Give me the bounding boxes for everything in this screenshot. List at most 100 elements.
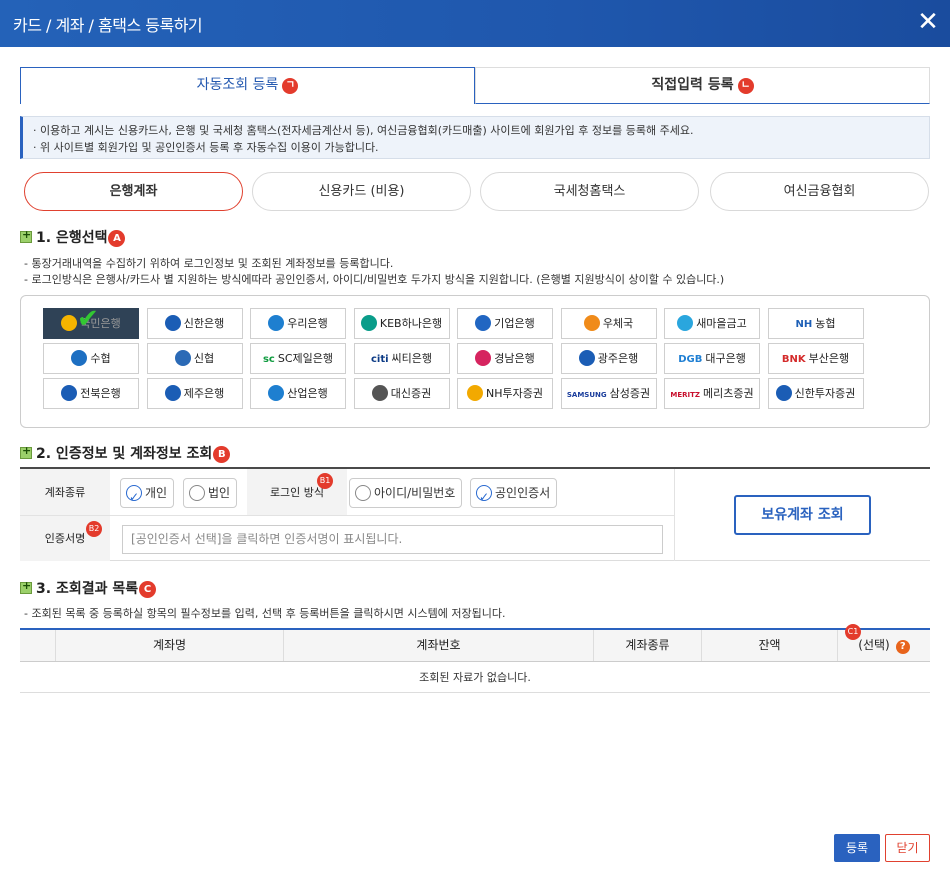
bank-label: 우리은행 bbox=[287, 317, 328, 330]
account-type-options: 개인 법인 bbox=[110, 469, 247, 516]
login-method-label: 로그인 방식 B1 bbox=[247, 469, 347, 516]
bank-label: 수협 bbox=[90, 352, 111, 365]
header-select: (선택)? C1 bbox=[838, 624, 930, 661]
section-bank-select-title: 1. 은행선택A bbox=[20, 227, 126, 247]
bank-logo-icon bbox=[61, 385, 78, 401]
cert-label: 인증서명 B2 bbox=[20, 516, 110, 561]
bank-logo-icon bbox=[371, 385, 388, 401]
header-account-number: 계좌번호 bbox=[284, 630, 594, 661]
section-title-text: 3. 조회결과 목록 bbox=[36, 581, 139, 597]
account-type-personal[interactable]: 개인 bbox=[120, 478, 175, 511]
bank-logo-icon bbox=[475, 350, 492, 366]
bank-item[interactable]: MERITZ 메리츠증권 bbox=[664, 378, 760, 409]
bank-item[interactable]: sc SC제일은행 bbox=[250, 343, 346, 374]
bank-label: 우체국 bbox=[602, 317, 634, 330]
subtab-hometax[interactable]: 국세청홈택스 bbox=[480, 172, 699, 211]
bank-logo-icon bbox=[775, 385, 792, 401]
section-badge: B bbox=[213, 446, 231, 463]
bank-item[interactable]: 신한은행 bbox=[146, 308, 243, 339]
bank-item[interactable]: NH투자증권 bbox=[457, 378, 553, 409]
bank-logo-icon bbox=[174, 350, 191, 366]
bank-logo-icon bbox=[467, 385, 483, 401]
login-certificate[interactable]: 공인인증서 bbox=[470, 478, 558, 511]
cert-label-text: 인증서명 bbox=[44, 532, 86, 545]
bank-logo-icon bbox=[71, 350, 88, 366]
section-badge: C bbox=[139, 581, 157, 598]
bank-item[interactable]: 대신증권 bbox=[353, 378, 450, 409]
selected-check-icon: ✔ bbox=[77, 304, 99, 334]
bank-item[interactable]: 신협 bbox=[146, 343, 243, 374]
bank-logo-icon bbox=[268, 385, 285, 401]
subtab-credit-finance[interactable]: 여신금융협회 bbox=[710, 172, 929, 211]
subtab-bank[interactable]: 은행계좌 bbox=[24, 172, 243, 211]
bank-label: 삼성증권 bbox=[609, 387, 651, 400]
login-badge: B1 bbox=[317, 473, 333, 489]
bank-label: KEB하나은행 bbox=[379, 317, 443, 330]
close-icon[interactable]: ✕ bbox=[916, 9, 940, 35]
section-title-text: 1. 은행선택 bbox=[36, 230, 108, 246]
cert-badge: B2 bbox=[86, 521, 102, 537]
section-result-desc: - 조회된 목록 중 등록하실 항목의 필수정보를 입력, 선택 후 등록버튼을… bbox=[24, 607, 506, 620]
register-button[interactable]: 등록 bbox=[834, 834, 880, 862]
login-id-password[interactable]: 아이디/비밀번호 bbox=[349, 478, 463, 508]
tab-badge: ㄱ bbox=[282, 78, 299, 94]
bank-item[interactable]: 기업은행 bbox=[457, 308, 553, 339]
empty-message: 조회된 자료가 없습니다. bbox=[20, 662, 930, 693]
bank-item[interactable]: BNK 부산은행 bbox=[767, 343, 864, 374]
bank-logo-icon bbox=[475, 315, 492, 331]
bank-label: 농협 bbox=[815, 317, 836, 330]
bank-item[interactable]: SAMSUNG 삼성증권 bbox=[560, 378, 657, 409]
sub-tabs: 은행계좌 신용카드 (비용) 국세청홈택스 여신금융협회 bbox=[24, 172, 930, 211]
header-account-name: 계좌명 bbox=[56, 630, 284, 661]
help-icon[interactable]: ? bbox=[895, 640, 910, 654]
section-result-title: 3. 조회결과 목록C bbox=[20, 578, 157, 598]
bank-list: 국민은행 ✔ 신한은행 우리은행 KEB하나은행 기업은행 우체국 새마을금고 NH 농협수협 신협… bbox=[20, 295, 930, 428]
bank-item[interactable]: 산업은행 bbox=[250, 378, 346, 409]
check-circle-icon bbox=[476, 483, 492, 511]
section-auth-title: 2. 인증정보 및 계좌정보 조회B bbox=[20, 443, 231, 463]
bank-label: 광주은행 bbox=[597, 352, 639, 365]
header-checkbox-col bbox=[20, 630, 56, 661]
bank-item[interactable]: 광주은행 bbox=[560, 343, 657, 374]
bank-item[interactable]: 신한투자증권 bbox=[767, 378, 864, 409]
bank-label: 경남은행 bbox=[494, 352, 535, 365]
bank-label: 씨티은행 bbox=[391, 352, 433, 365]
bank-item[interactable]: 우체국 bbox=[560, 308, 657, 339]
lookup-accounts-button[interactable]: 보유계좌 조회 bbox=[734, 495, 871, 535]
tab-auto-register[interactable]: 자동조회 등록 ㄱ bbox=[20, 67, 475, 104]
bank-logo-icon: DGB bbox=[678, 354, 703, 365]
header-account-type: 계좌종류 bbox=[594, 630, 702, 661]
bank-item[interactable]: 경남은행 bbox=[457, 343, 553, 374]
account-type-corporate[interactable]: 법인 bbox=[183, 478, 238, 508]
header-balance: 잔액 bbox=[702, 630, 838, 661]
select-badge: C1 bbox=[845, 624, 861, 640]
bank-logo-icon: citi bbox=[370, 354, 389, 365]
bank-item[interactable]: KEB하나은행 bbox=[353, 308, 450, 339]
bank-item[interactable]: DGB 대구은행 bbox=[664, 343, 760, 374]
tab-manual-register[interactable]: 직접입력 등록 ㄴ bbox=[475, 67, 930, 104]
bank-label: 메리츠증권 bbox=[702, 387, 754, 400]
cert-name-field[interactable]: [공인인증서 선택]을 클릭하면 인증서명이 표시됩니다. bbox=[122, 525, 663, 554]
bank-item[interactable]: citi 씨티은행 bbox=[353, 343, 450, 374]
bank-item[interactable]: 국민은행 ✔ bbox=[43, 304, 139, 339]
bank-item[interactable]: 제주은행 bbox=[146, 378, 243, 409]
subtab-credit-card[interactable]: 신용카드 (비용) bbox=[252, 172, 471, 211]
close-button[interactable]: 닫기 bbox=[885, 834, 930, 862]
option-label: 법인 bbox=[208, 486, 231, 500]
bank-item[interactable]: NH 농협 bbox=[767, 308, 864, 339]
bank-item[interactable]: 전북은행 bbox=[43, 378, 139, 409]
window-titlebar: 카드 / 계좌 / 홈택스 등록하기 ✕ bbox=[0, 0, 950, 47]
bank-item[interactable]: 수협 bbox=[43, 343, 139, 374]
notice-line: · 위 사이트별 회원가입 및 공인인증서 등록 후 자동수집 이용이 가능합니… bbox=[33, 141, 379, 154]
bank-logo-icon: SAMSUNG bbox=[566, 391, 607, 399]
bank-item[interactable]: 새마을금고 bbox=[664, 308, 760, 339]
section-badge: A bbox=[108, 230, 126, 247]
check-circle-icon bbox=[126, 483, 142, 511]
bank-logo-icon bbox=[164, 315, 181, 331]
option-label: 아이디/비밀번호 bbox=[374, 486, 456, 500]
option-label: 개인 bbox=[145, 486, 168, 500]
radio-circle-icon bbox=[355, 485, 371, 501]
plus-icon bbox=[20, 579, 32, 594]
bank-logo-icon bbox=[268, 315, 285, 331]
bank-item[interactable]: 우리은행 bbox=[250, 308, 346, 339]
